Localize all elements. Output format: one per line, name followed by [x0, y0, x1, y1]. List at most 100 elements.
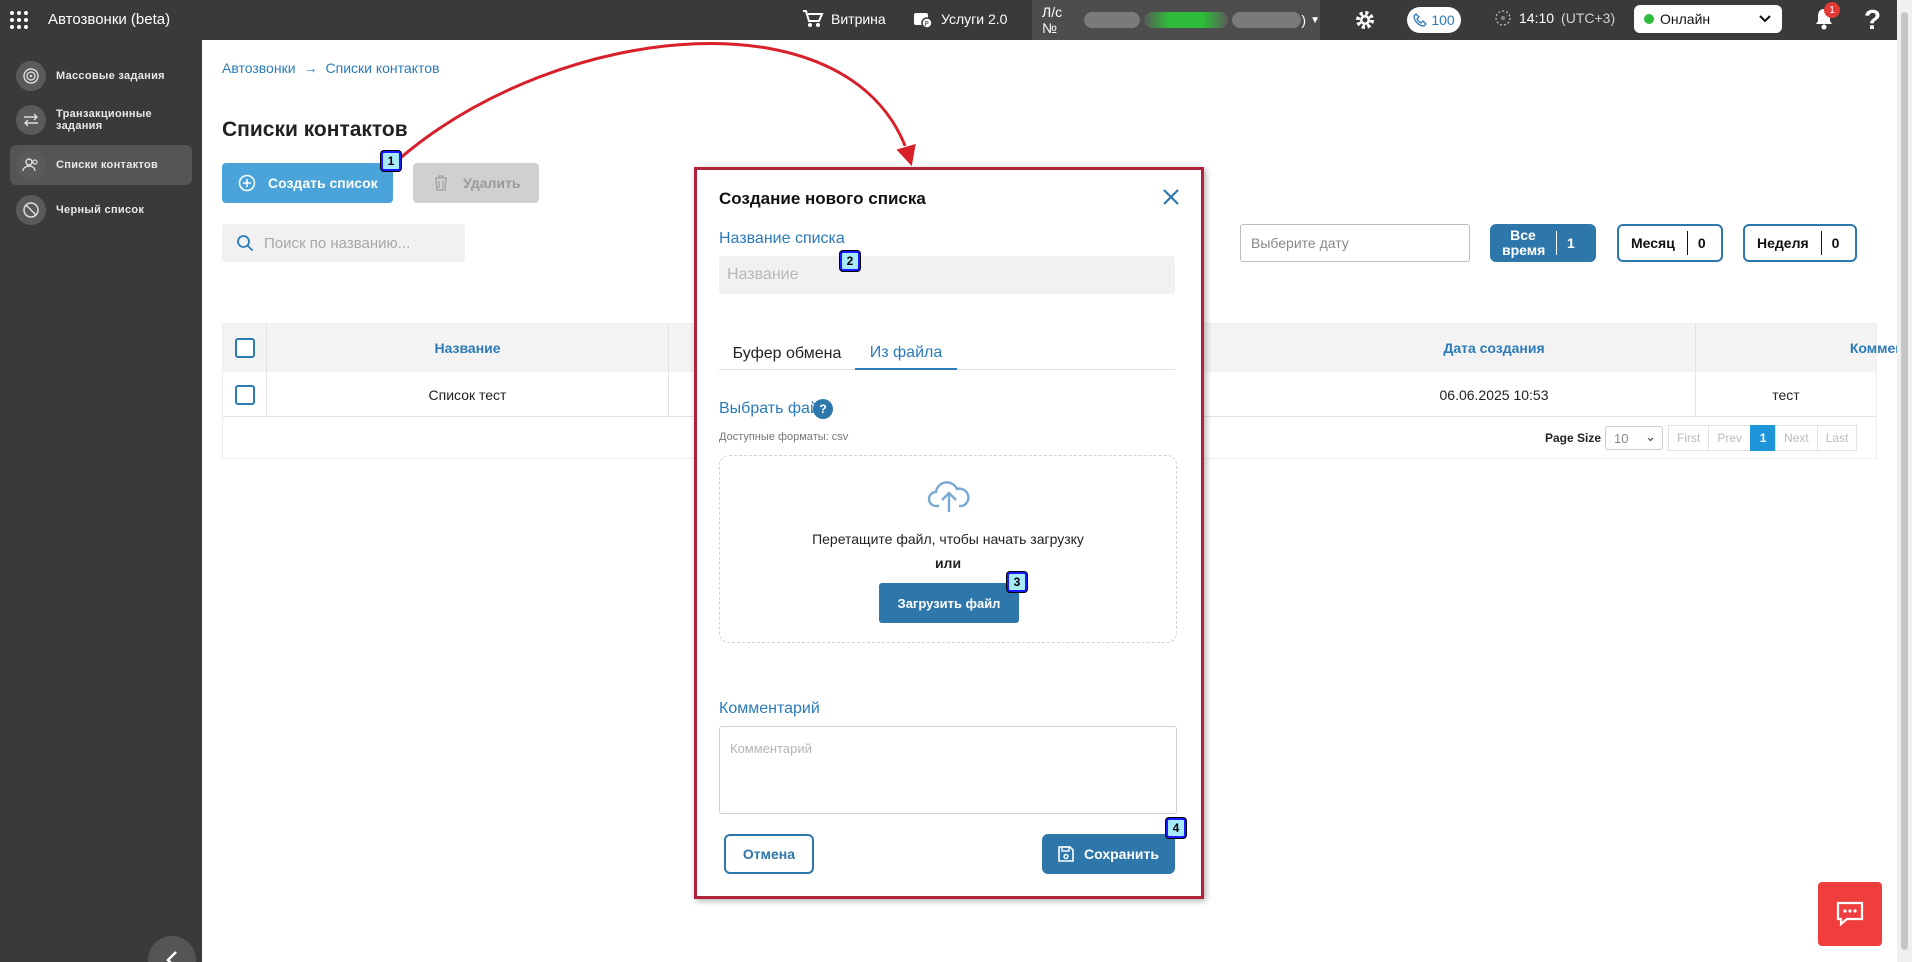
current-page-button[interactable]: 1 — [1750, 425, 1777, 451]
scrollbar-thumb[interactable] — [1901, 12, 1908, 950]
chat-bubble-icon — [1836, 901, 1864, 927]
sidebar: Массовые задания Транзакционные задания … — [0, 40, 202, 962]
row-created: 06.06.2025 10:53 — [1293, 372, 1696, 417]
help-icon[interactable]: ? — [1864, 4, 1881, 36]
last-page-button[interactable]: Last — [1816, 425, 1858, 451]
page-size-select[interactable]: 10 — [1605, 426, 1664, 450]
phone-count: 100 — [1431, 12, 1455, 28]
list-name-placeholder: Название — [727, 266, 799, 283]
close-icon[interactable] — [1161, 187, 1181, 207]
upload-file-button[interactable]: Загрузить файл — [879, 583, 1019, 623]
select-all-checkbox[interactable] — [234, 338, 255, 358]
available-formats: Доступные форматы: csv — [719, 431, 849, 443]
list-name-label: Название списка — [719, 230, 845, 247]
help-circle-icon[interactable]: ? — [813, 399, 833, 419]
chevron-down-icon — [1759, 15, 1771, 23]
pagination: Page Size 10 First Prev 1 Next Last — [1545, 425, 1858, 451]
delete-label: Удалить — [463, 175, 521, 191]
annotation-badge: 1 — [381, 151, 401, 171]
breadcrumb-arrow-icon: → — [303, 60, 318, 76]
select-all-cell — [223, 324, 267, 372]
period-label: Месяц — [1631, 234, 1675, 251]
breadcrumb-current[interactable]: Списки контактов — [326, 60, 440, 76]
sidebar-item-mass-tasks[interactable]: Массовые задания — [10, 56, 192, 96]
account-prefix: Л/с № — [1042, 4, 1063, 36]
trash-icon — [435, 175, 447, 191]
row-comment: тест — [1772, 386, 1800, 403]
showcase-link[interactable]: Витрина — [802, 9, 886, 29]
search-placeholder: Поиск по названию... — [264, 234, 411, 252]
collapse-sidebar-button[interactable] — [148, 936, 196, 962]
annotation-badge: 2 — [840, 251, 860, 271]
comment-placeholder: Комментарий — [730, 741, 812, 756]
caret-down-icon: ▼ — [1310, 14, 1320, 26]
timezone-value: (UTC+3) — [1561, 10, 1616, 26]
sidebar-item-label: Черный список — [56, 204, 145, 216]
tab-clipboard[interactable]: Буфер обмена — [719, 338, 855, 370]
services-link[interactable]: P Услуги 2.0 — [912, 9, 1007, 29]
delete-button[interactable]: Удалить — [413, 163, 539, 203]
notifications-button[interactable]: 1 — [1812, 2, 1840, 37]
chat-support-button[interactable] — [1818, 882, 1882, 946]
comment-label: Комментарий — [719, 700, 820, 717]
page-size-label: Page Size — [1545, 431, 1602, 445]
save-label: Сохранить — [1084, 846, 1159, 862]
phone-lines-badge[interactable]: 100 — [1407, 7, 1461, 33]
cancel-button[interactable]: Отмена — [724, 834, 814, 874]
create-list-modal: Создание нового списка Название списка Н… — [694, 167, 1204, 899]
users-icon — [16, 150, 46, 180]
date-picker-input[interactable]: Выберите дату — [1240, 224, 1470, 262]
save-button[interactable]: Сохранить — [1042, 834, 1175, 874]
phone-icon — [1413, 13, 1428, 27]
row-checkbox[interactable] — [234, 384, 255, 405]
arrows-swap-icon — [16, 105, 46, 135]
top-bar: Автозвонки (beta) Витрина P Услуги 2.0 Л… — [0, 0, 1897, 40]
sidebar-item-label: Транзакционные задания — [56, 108, 152, 132]
gear-icon[interactable] — [1353, 8, 1377, 32]
create-list-button[interactable]: Создать список — [222, 163, 393, 203]
chevron-left-icon — [166, 951, 177, 962]
column-header-name[interactable]: Название — [267, 324, 669, 372]
period-count: 0 — [1686, 231, 1716, 255]
floppy-icon — [1058, 846, 1074, 862]
ban-icon — [16, 195, 46, 225]
row-name: Список тест — [267, 372, 669, 417]
page-scrollbar[interactable] — [1897, 0, 1912, 962]
svg-text:P: P — [925, 20, 929, 28]
sidebar-item-blacklist[interactable]: Черный список — [10, 190, 192, 230]
status-select[interactable]: Онлайн — [1634, 5, 1782, 33]
next-page-button[interactable]: Next — [1775, 425, 1818, 451]
app-title: Автозвонки (beta) — [48, 11, 171, 28]
comment-textarea[interactable]: Комментарий — [719, 726, 1177, 814]
period-label: Все время — [1502, 227, 1546, 258]
choose-file-label: Выбрать файл — [719, 400, 829, 417]
list-name-input[interactable]: Название — [719, 256, 1175, 294]
sidebar-item-transaction-tasks[interactable]: Транзакционные задания — [10, 100, 192, 140]
period-week-button[interactable]: Неделя 0 — [1743, 224, 1857, 262]
tab-from-file[interactable]: Из файла — [855, 338, 957, 370]
period-label: Неделя — [1757, 234, 1809, 251]
time-value: 14:10 — [1519, 10, 1555, 26]
period-all-time-button[interactable]: Все время 1 — [1490, 224, 1596, 262]
or-text: или — [934, 555, 962, 571]
services-label: Услуги 2.0 — [941, 11, 1008, 27]
drop-instruction: Перетащите файл, чтобы начать загрузку — [812, 531, 1084, 547]
search-input[interactable]: Поиск по названию... — [222, 224, 465, 262]
account-selector[interactable]: Л/с № ) ▼ — [1032, 0, 1320, 40]
breadcrumb-root-link[interactable]: Автозвонки — [222, 60, 296, 76]
column-header-created[interactable]: Дата создания — [1293, 324, 1696, 372]
column-header-comment[interactable]: Комментарий — [1696, 324, 1912, 372]
first-page-button[interactable]: First — [1668, 425, 1710, 451]
showcase-label: Витрина — [831, 11, 886, 27]
period-month-button[interactable]: Месяц 0 — [1617, 224, 1723, 262]
globe-icon — [1495, 10, 1511, 26]
sidebar-item-contact-lists[interactable]: Списки контактов — [10, 145, 192, 185]
cart-icon — [803, 10, 824, 27]
page-title: Списки контактов — [222, 118, 408, 141]
sidebar-item-label: Списки контактов — [56, 159, 159, 171]
apps-grid-icon[interactable] — [10, 11, 28, 29]
period-count: 0 — [1820, 231, 1850, 255]
notifications-badge: 1 — [1824, 2, 1840, 18]
file-dropzone[interactable]: Перетащите файл, чтобы начать загрузку и… — [719, 455, 1177, 643]
prev-page-button[interactable]: Prev — [1708, 425, 1752, 451]
